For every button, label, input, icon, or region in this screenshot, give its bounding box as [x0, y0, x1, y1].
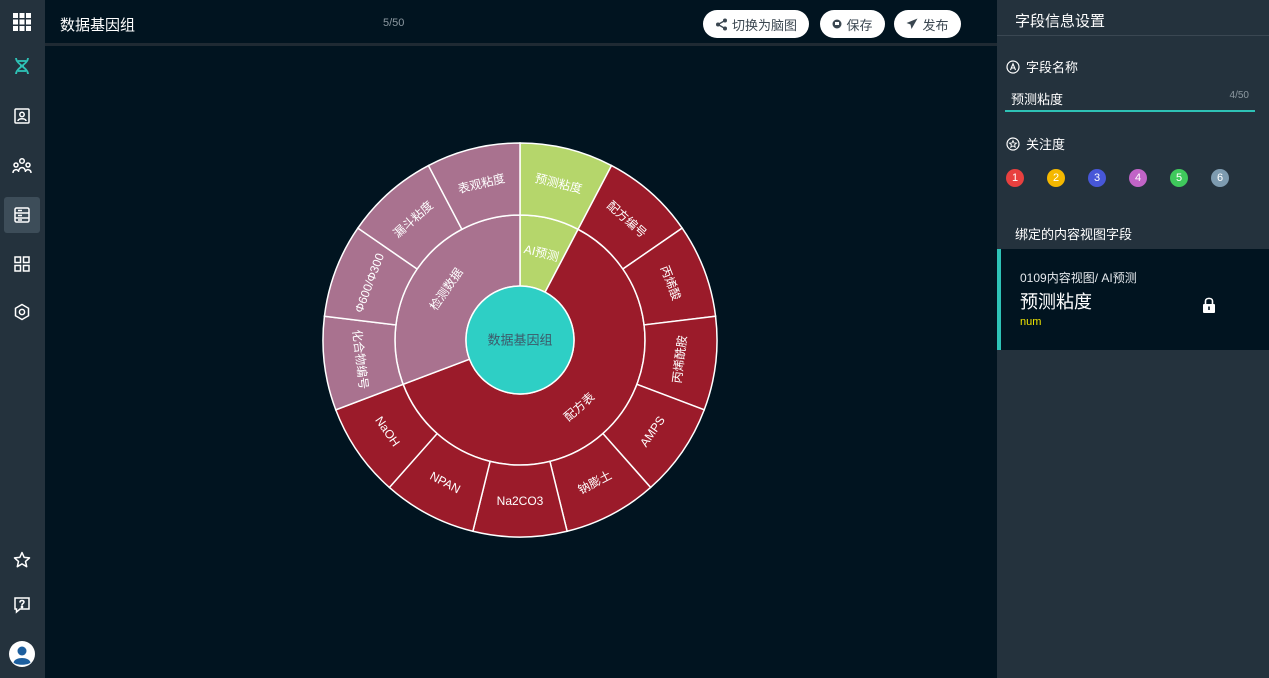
app-root: 数据基因组 5/50 切换为脑图 保存 发布 AI预测 预测粘度 配方表 配方编号 丙烯… [0, 0, 1269, 678]
field-name-label: 字段名称 [1026, 60, 1079, 75]
attention-label: 关注度 [1026, 137, 1066, 152]
chart-area: AI预测 预测粘度 配方表 配方编号 丙烯酸 丙烯酰胺 AMPS 钠膨土 Na2CO3 NPAN N… [45, 49, 997, 678]
letter-a-circle-icon [1006, 59, 1020, 74]
dna-icon[interactable] [4, 48, 40, 84]
save-dot-icon [832, 19, 842, 29]
star-icon[interactable] [4, 542, 40, 578]
save-button-label: 保存 [846, 17, 873, 33]
attention-level-5[interactable]: 5 [1170, 169, 1188, 187]
team-icon[interactable] [4, 148, 40, 184]
share-nodes-icon [715, 18, 727, 30]
switch-to-mindmap-button[interactable]: 切换为脑图 [703, 10, 809, 38]
apps-grid-icon[interactable] [4, 4, 40, 40]
bound-field-card[interactable]: 0109内容视图/ AI预测 预测粘度 num [997, 249, 1269, 350]
field-name-char-count: 4/50 [1229, 90, 1249, 101]
attention-level-3[interactable]: 3 [1088, 169, 1106, 187]
save-button[interactable]: 保存 [820, 10, 885, 38]
help-icon[interactable] [4, 587, 40, 623]
dashboard-icon[interactable] [4, 246, 40, 282]
attention-section: 关注度 [1006, 134, 1065, 153]
attention-level-1[interactable]: 1 [1006, 169, 1024, 187]
left-sidebar [0, 0, 45, 678]
switch-button-label: 切换为脑图 [731, 17, 797, 33]
sunburst-center-label: 数据基因组 [487, 333, 552, 348]
bound-field-type: num [1020, 316, 1042, 328]
page-title: 数据基因组 [60, 17, 136, 34]
field-name-input-wrapper: 4/50 [1005, 84, 1255, 112]
panel-divider [997, 35, 1269, 36]
publish-button[interactable]: 发布 [894, 10, 961, 38]
attention-levels: 1 2 3 4 5 6 [1006, 169, 1229, 187]
user-avatar-icon[interactable] [4, 636, 40, 672]
settings-icon[interactable] [4, 294, 40, 330]
star-circle-icon [1006, 136, 1020, 151]
top-header: 数据基因组 5/50 切换为脑图 保存 发布 [45, 0, 997, 46]
sunburst-chart: AI预测预测粘度配方表配方编号丙烯酸丙烯酰胺AMPS钠膨土Na2CO3NPANN… [322, 142, 718, 538]
publish-button-label: 发布 [922, 17, 949, 33]
attention-level-4[interactable]: 4 [1129, 169, 1147, 187]
contact-folder-icon[interactable] [4, 98, 40, 134]
attention-level-6[interactable]: 6 [1211, 169, 1229, 187]
field-name-input[interactable] [1011, 88, 1211, 108]
attention-level-2[interactable]: 2 [1047, 169, 1065, 187]
bound-field-path: 0109内容视图/ AI预测 [1020, 271, 1137, 285]
lock-icon[interactable] [1202, 296, 1216, 314]
field-name-section: 字段名称 [1006, 57, 1078, 76]
field-counter: 5/50 [383, 17, 405, 29]
panel-title: 字段信息设置 [1015, 13, 1106, 30]
storage-icon[interactable] [4, 197, 40, 233]
field-settings-panel: 字段信息设置 字段名称 4/50 关注度 1 2 3 4 5 [997, 0, 1269, 678]
bound-field-name: 预测粘度 [1020, 292, 1092, 312]
bound-fields-title: 绑定的内容视图字段 [1015, 227, 1133, 242]
sunburst-outer-label-7: Na2CO3 [497, 494, 544, 508]
send-icon [906, 18, 918, 29]
